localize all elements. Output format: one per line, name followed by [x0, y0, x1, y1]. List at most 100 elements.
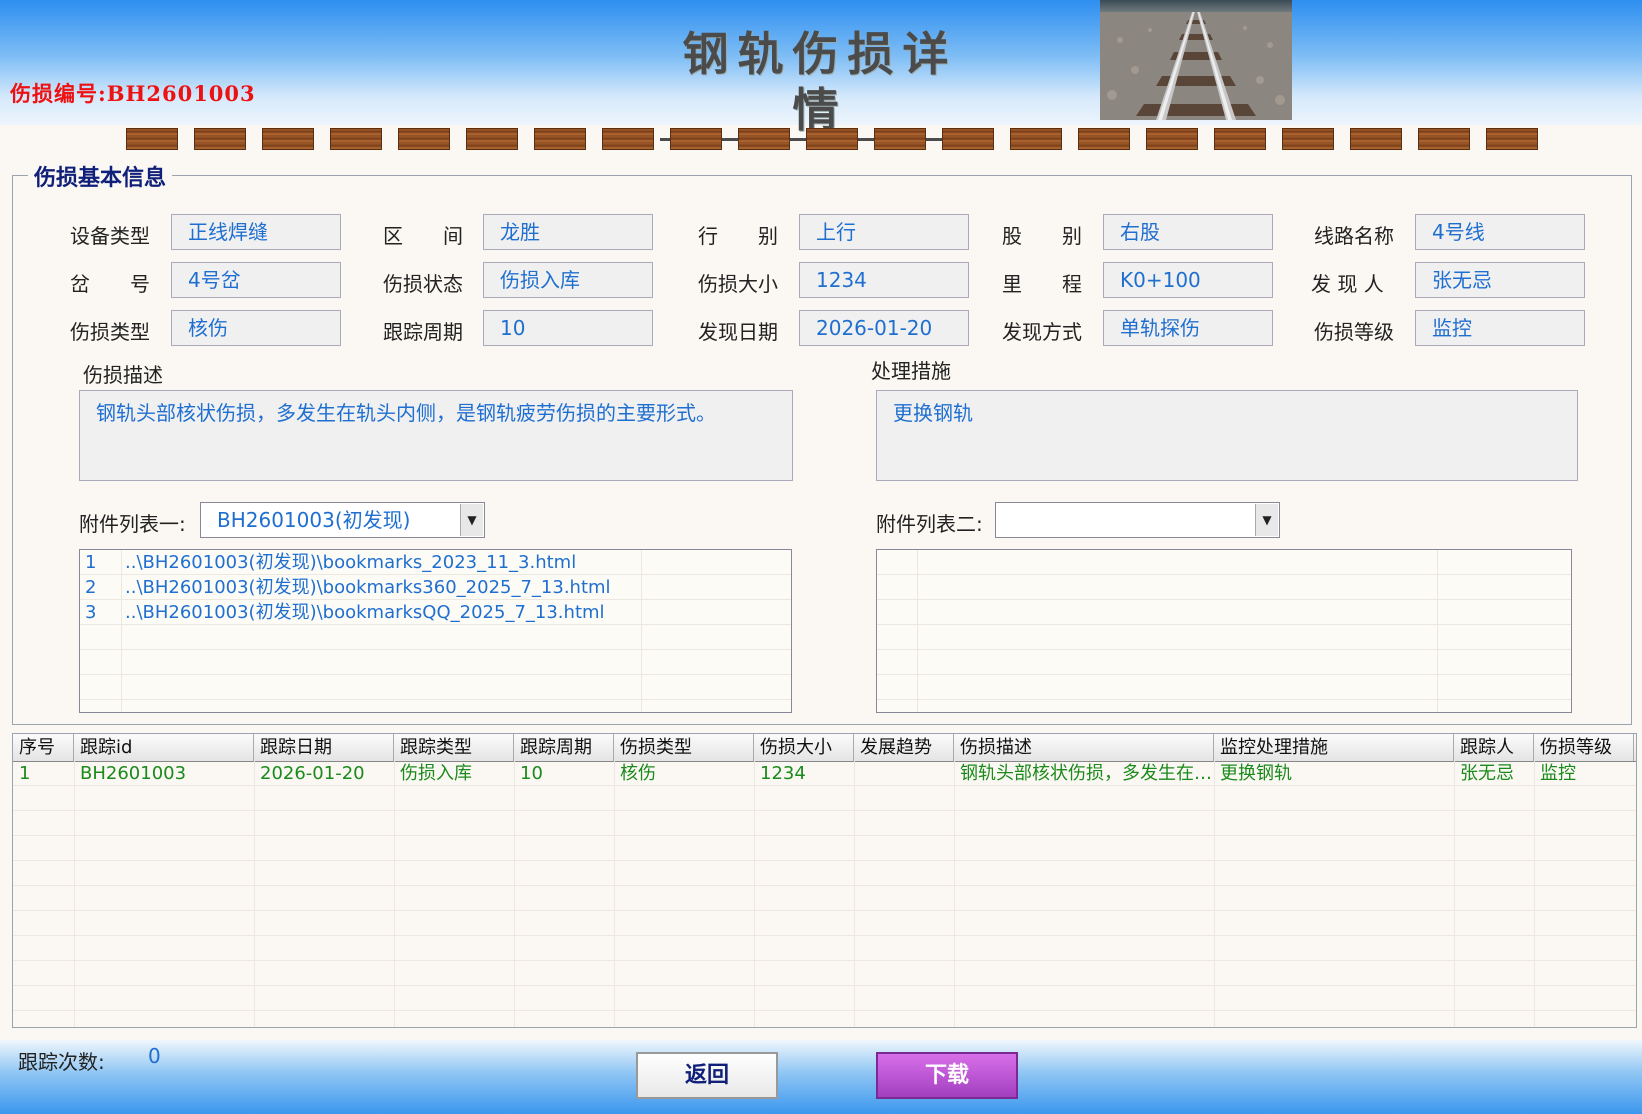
label-device-type: 设备类型: [70, 224, 150, 248]
chevron-down-icon[interactable]: ▼: [1255, 504, 1278, 536]
list-item-empty: [80, 675, 791, 700]
sleeper-decoration: [1486, 128, 1538, 150]
download-button[interactable]: 下载: [876, 1052, 1018, 1099]
sleeper-decoration: [1282, 128, 1334, 150]
cell-track-cycle: 10: [520, 763, 543, 784]
attachment-list-1-value: BH2601003(初发现): [217, 508, 411, 532]
sleeper-decoration: [602, 128, 654, 150]
label-damage-type: 伤损类型: [70, 320, 150, 344]
cell-no: 1: [19, 763, 31, 784]
col-header-measures[interactable]: 监控处理措施: [1214, 734, 1454, 761]
table-row-empty: [13, 936, 1636, 961]
discoverer-field[interactable]: 张无忌: [1415, 262, 1585, 298]
col-header-damage-size[interactable]: 伤损大小: [754, 734, 854, 761]
railway-track-photo: [1100, 0, 1292, 120]
label-tracking-cycle: 跟踪周期: [383, 320, 463, 344]
chevron-down-icon[interactable]: ▼: [460, 504, 483, 536]
col-header-track-cycle[interactable]: 跟踪周期: [514, 734, 614, 761]
col-header-track-type[interactable]: 跟踪类型: [394, 734, 514, 761]
mileage-field[interactable]: K0+100: [1103, 262, 1273, 298]
label-description: 伤损描述: [83, 363, 163, 387]
damage-level-field[interactable]: 监控: [1415, 310, 1585, 346]
label-discovery-method: 发现方式: [1002, 320, 1082, 344]
back-button[interactable]: 返回: [636, 1052, 778, 1099]
cell-track-type: 伤损入库: [400, 763, 472, 784]
sleeper-strip: [126, 128, 1538, 152]
sleeper-decoration: [194, 128, 246, 150]
discovery-method-field[interactable]: 单轨探伤: [1103, 310, 1273, 346]
damage-size-field[interactable]: 1234: [799, 262, 969, 298]
label-section: 区 间: [383, 224, 463, 248]
direction-field[interactable]: 上行: [799, 214, 969, 250]
attachment-list-2[interactable]: [876, 549, 1572, 713]
damage-type-field[interactable]: 核伤: [171, 310, 341, 346]
col-header-damage-type[interactable]: 伤损类型: [614, 734, 754, 761]
label-discoverer: 发 现 人: [1311, 272, 1384, 296]
list-item-no: 1: [85, 552, 97, 573]
cell-damage-type: 核伤: [620, 763, 656, 784]
col-header-trend[interactable]: 发展趋势: [854, 734, 954, 761]
col-header-no[interactable]: 序号: [13, 734, 74, 761]
sleeper-decoration: [874, 128, 926, 150]
label-measures: 处理措施: [871, 359, 951, 383]
description-textarea[interactable]: 钢轨头部核状伤损，多发生在轨头内侧，是钢轨疲劳伤损的主要形式。: [79, 390, 793, 481]
table-row[interactable]: 1 BH2601003 2026-01-20 伤损入库 10 核伤 1234 钢…: [13, 761, 1636, 786]
rail-side-field[interactable]: 右股: [1103, 214, 1273, 250]
col-header-track-date[interactable]: 跟踪日期: [254, 734, 394, 761]
attachment-list-2-select[interactable]: ▼: [995, 502, 1280, 538]
tracking-grid[interactable]: 序号 跟踪id 跟踪日期 跟踪类型 跟踪周期 伤损类型 伤损大小 发展趋势 伤损…: [12, 733, 1637, 1028]
list-item[interactable]: 1 ..\BH2601003(初发现)\bookmarks_2023_11_3.…: [80, 550, 791, 575]
cell-trend: [854, 761, 954, 786]
table-row-empty: [13, 961, 1636, 986]
table-row-empty: [13, 786, 1636, 811]
label-discovery-date: 发现日期: [698, 320, 778, 344]
sleeper-decoration: [126, 128, 178, 150]
col-header-track-id[interactable]: 跟踪id: [74, 734, 254, 761]
grid-header: 序号 跟踪id 跟踪日期 跟踪类型 跟踪周期 伤损类型 伤损大小 发展趋势 伤损…: [13, 734, 1636, 762]
cell-level: 监控: [1540, 763, 1576, 784]
sleeper-decoration: [330, 128, 382, 150]
cell-track-id: BH2601003: [80, 763, 187, 784]
label-mileage: 里 程: [1002, 272, 1082, 296]
sleeper-decoration: [1418, 128, 1470, 150]
col-header-tracker[interactable]: 跟踪人: [1454, 734, 1534, 761]
tracking-count-label: 跟踪次数:: [18, 1050, 105, 1074]
table-row-empty: [13, 986, 1636, 1011]
list-item-empty: [877, 625, 1571, 650]
damage-status-field[interactable]: 伤损入库: [483, 262, 653, 298]
sleeper-decoration: [1078, 128, 1130, 150]
turnout-no-field[interactable]: 4号岔: [171, 262, 341, 298]
section-field[interactable]: 龙胜: [483, 214, 653, 250]
list-item-empty: [80, 625, 791, 650]
tracking-cycle-field[interactable]: 10: [483, 310, 653, 346]
label-line-name: 线路名称: [1314, 224, 1394, 248]
label-direction: 行 别: [698, 224, 778, 248]
list-item-empty: [877, 600, 1571, 625]
list-item-path: ..\BH2601003(初发现)\bookmarksQQ_2025_7_13.…: [125, 602, 605, 623]
list-item-empty: [877, 550, 1571, 575]
sleeper-decoration: [466, 128, 518, 150]
measures-textarea[interactable]: 更换钢轨: [876, 390, 1578, 481]
label-damage-status: 伤损状态: [383, 272, 463, 296]
attachment-list-1-select[interactable]: BH2601003(初发现) ▼: [200, 502, 485, 538]
line-name-field[interactable]: 4号线: [1415, 214, 1585, 250]
col-header-description[interactable]: 伤损描述: [954, 734, 1214, 761]
footer-bar: [0, 1040, 1642, 1114]
sleeper-decoration: [1146, 128, 1198, 150]
cell-description: 钢轨头部核状伤损，多发生在…: [960, 763, 1212, 784]
cell-track-date: 2026-01-20: [260, 763, 365, 784]
discovery-date-field[interactable]: 2026-01-20: [799, 310, 969, 346]
label-attachment-list-1: 附件列表一:: [79, 512, 186, 536]
list-item[interactable]: 3 ..\BH2601003(初发现)\bookmarksQQ_2025_7_1…: [80, 600, 791, 625]
label-attachment-list-2: 附件列表二:: [876, 512, 983, 536]
device-type-field[interactable]: 正线焊缝: [171, 214, 341, 250]
section-title-basic-info: 伤损基本信息: [28, 160, 173, 192]
attachment-list-1[interactable]: 1 ..\BH2601003(初发现)\bookmarks_2023_11_3.…: [79, 549, 792, 713]
list-item-empty: [877, 575, 1571, 600]
sleeper-decoration: [262, 128, 314, 150]
damage-number: 伤损编号:BH2601003: [10, 81, 256, 106]
col-header-level[interactable]: 伤损等级: [1534, 734, 1634, 761]
list-item-no: 3: [85, 602, 97, 623]
label-damage-size: 伤损大小: [698, 272, 778, 296]
list-item[interactable]: 2 ..\BH2601003(初发现)\bookmarks360_2025_7_…: [80, 575, 791, 600]
